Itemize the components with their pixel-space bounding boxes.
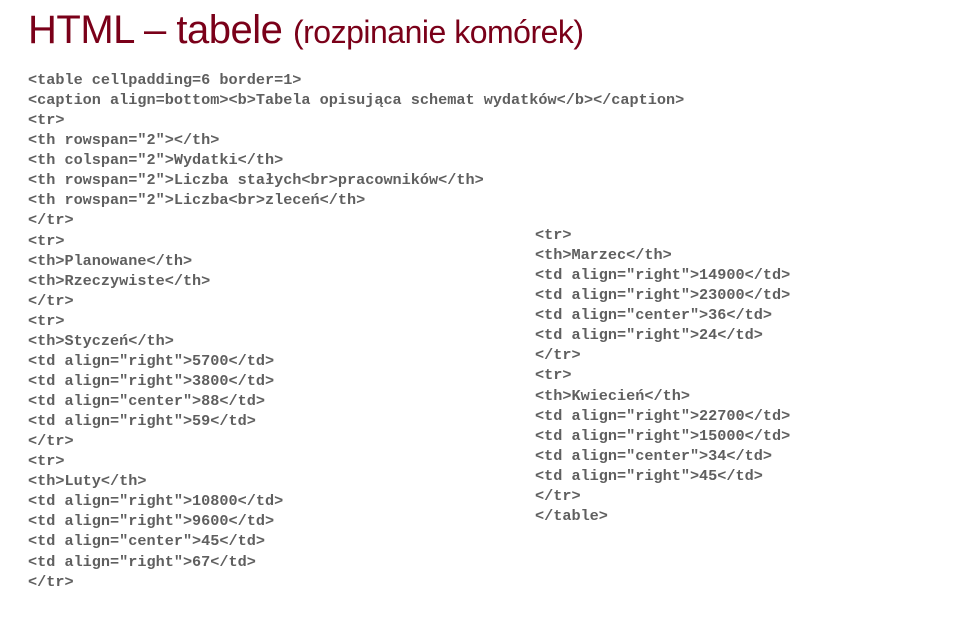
slide-title: HTML – tabele (rozpinanie komórek) <box>28 8 932 53</box>
code-block-right: <tr> <th>Marzec</th> <td align="right">1… <box>535 225 790 526</box>
title-subtitle: (rozpinanie komórek) <box>293 14 584 50</box>
title-main: HTML – tabele <box>28 8 282 52</box>
slide: HTML – tabele (rozpinanie komórek) <tabl… <box>0 0 960 630</box>
